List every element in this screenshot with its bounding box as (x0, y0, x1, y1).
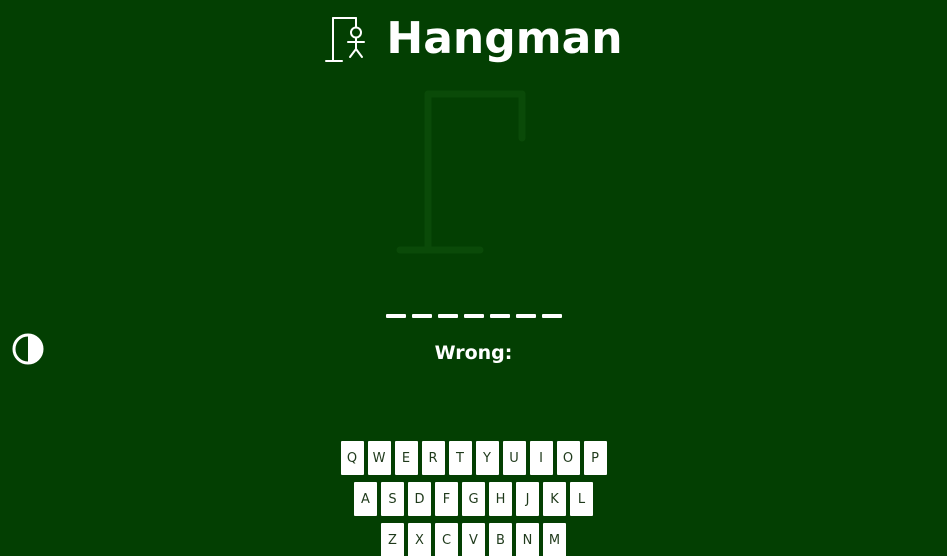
wrong-guesses-label: Wrong: (434, 342, 513, 364)
letter-slot (463, 314, 484, 318)
key-l[interactable]: L (570, 482, 593, 516)
key-m[interactable]: M (543, 523, 566, 556)
letter-slot (541, 314, 562, 318)
key-g[interactable]: G (462, 482, 485, 516)
key-u[interactable]: U (502, 441, 526, 475)
key-w[interactable]: W (367, 441, 391, 475)
key-x[interactable]: X (408, 523, 431, 556)
letter-slot (411, 314, 432, 318)
keyboard-row-1: Q W E R T Y U I O P (0, 441, 947, 475)
key-y[interactable]: Y (475, 441, 499, 475)
hangman-logo-icon (325, 17, 366, 62)
key-h[interactable]: H (489, 482, 512, 516)
header: Hangman (0, 14, 947, 64)
key-a[interactable]: A (354, 482, 377, 516)
key-b[interactable]: B (489, 523, 512, 556)
key-q[interactable]: Q (340, 441, 364, 475)
keyboard-row-3: Z X C V B N M (0, 523, 947, 556)
hangman-page: Hangman Wrong: Q W E R T Y U I O P A S D… (0, 0, 947, 556)
key-p[interactable]: P (583, 441, 607, 475)
key-n[interactable]: N (516, 523, 539, 556)
page-title: Hangman (386, 13, 623, 64)
key-f[interactable]: F (435, 482, 458, 516)
key-r[interactable]: R (421, 441, 445, 475)
key-e[interactable]: E (394, 441, 418, 475)
key-z[interactable]: Z (381, 523, 404, 556)
word-display (0, 306, 947, 318)
key-t[interactable]: T (448, 441, 472, 475)
key-k[interactable]: K (543, 482, 566, 516)
key-v[interactable]: V (462, 523, 485, 556)
contrast-icon[interactable] (12, 333, 44, 365)
key-c[interactable]: C (435, 523, 458, 556)
letter-slot (385, 314, 406, 318)
key-s[interactable]: S (381, 482, 404, 516)
keyboard-row-2: A S D F G H J K L (0, 482, 947, 516)
key-o[interactable]: O (556, 441, 580, 475)
key-d[interactable]: D (408, 482, 431, 516)
key-j[interactable]: J (516, 482, 539, 516)
letter-slot (489, 314, 510, 318)
letter-slot (515, 314, 536, 318)
letter-slot (437, 314, 458, 318)
gallows-drawing (396, 90, 526, 254)
key-i[interactable]: I (529, 441, 553, 475)
on-screen-keyboard: Q W E R T Y U I O P A S D F G H J K L Z … (0, 441, 947, 556)
